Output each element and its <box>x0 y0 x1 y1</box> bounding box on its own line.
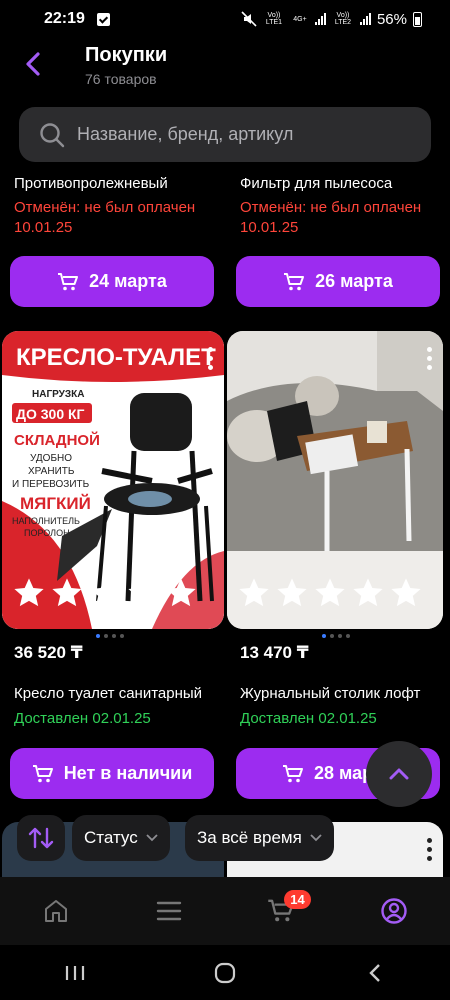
system-nav-bar <box>0 945 450 1000</box>
back-icon <box>369 963 380 982</box>
status-time: 22:19 <box>44 10 85 27</box>
mute-icon <box>241 11 257 27</box>
button-label: 26 марта <box>315 271 393 291</box>
product-name: Кресло туалет санитарный <box>14 685 203 702</box>
items-count: 76 товаров <box>85 71 157 87</box>
buy-again-button[interactable]: 26 марта <box>236 256 440 307</box>
star-icon[interactable] <box>389 577 423 609</box>
home-icon <box>45 900 68 922</box>
rating-stars[interactable] <box>12 577 198 609</box>
order-status: Доставлен 02.01.25 <box>240 710 377 727</box>
star-icon[interactable] <box>351 577 385 609</box>
order-date: 10.01.25 <box>240 219 299 236</box>
button-label: Нет в наличии <box>63 763 193 783</box>
period-filter-label: За всё время <box>197 828 302 847</box>
more-options-icon[interactable] <box>208 347 214 370</box>
order-status: Отменён: не был оплачен <box>14 199 196 216</box>
cart-icon <box>283 764 303 782</box>
search-input[interactable] <box>77 124 397 145</box>
recent-apps-icon <box>65 965 85 980</box>
image-pager <box>322 634 350 638</box>
lte1-label: Vo)) LTE1 <box>265 12 283 26</box>
status-filter-label: Статус <box>84 828 138 847</box>
period-filter[interactable]: За всё время <box>185 815 334 861</box>
profile-icon <box>381 898 407 924</box>
image-text: ДО 300 КГ <box>16 406 85 422</box>
buy-again-button[interactable]: 24 марта <box>10 256 214 307</box>
product-price: 13 470 ₸ <box>240 643 309 662</box>
chevron-down-icon <box>146 834 158 842</box>
image-text: НАГРУЗКА <box>32 389 84 400</box>
bottom-tab-bar: 14 <box>0 877 450 945</box>
star-icon[interactable] <box>164 577 198 609</box>
battery-icon <box>413 11 422 27</box>
star-icon[interactable] <box>275 577 309 609</box>
search-bar[interactable] <box>19 107 431 162</box>
tab-cart[interactable]: 14 <box>256 886 311 936</box>
cart-icon <box>284 272 305 290</box>
image-text: ХРАНИТЬ <box>28 466 75 477</box>
chevron-down-icon <box>310 834 322 842</box>
image-text: УДОБНО <box>30 453 72 464</box>
home-circle-icon <box>214 962 236 983</box>
more-options-icon[interactable] <box>427 347 433 370</box>
product-name: Журнальный столик лофт <box>240 685 421 702</box>
image-text: НАПОЛНИТЕЛЬ <box>12 516 80 526</box>
page-title: Покупки <box>85 44 168 66</box>
order-status: Доставлен 02.01.25 <box>14 710 151 727</box>
out-of-stock-button[interactable]: Нет в наличии <box>10 748 214 799</box>
screen: 22:19 Vo)) LTE1 4G+ Vo)) LTE2 56% Покупк… <box>0 0 450 1000</box>
cart-icon <box>58 272 79 290</box>
search-icon <box>40 122 65 147</box>
signal-icon <box>314 13 326 25</box>
cart-icon <box>32 764 53 782</box>
chevron-up-icon <box>389 768 409 780</box>
sort-button[interactable] <box>17 815 65 861</box>
product-image[interactable] <box>227 331 443 629</box>
order-date: 10.01.25 <box>14 219 73 236</box>
image-pager <box>96 634 124 638</box>
star-icon[interactable] <box>237 577 271 609</box>
back-arrow-icon[interactable] <box>20 50 48 78</box>
star-icon[interactable] <box>50 577 84 609</box>
product-image[interactable]: КРЕСЛО-ТУАЛЕТ НАГРУЗКА ДО 300 КГ СКЛАДНО… <box>2 331 224 629</box>
back-button[interactable] <box>345 953 405 993</box>
rating-stars[interactable] <box>237 577 423 609</box>
button-label: 24 марта <box>89 271 167 291</box>
cart-count-badge: 14 <box>284 890 311 909</box>
product-name: Противопролежневый <box>14 175 168 192</box>
status-indicators: Vo)) LTE1 4G+ Vo)) LTE2 56% <box>241 11 422 28</box>
notification-check-icon <box>96 12 110 26</box>
star-icon[interactable] <box>126 577 160 609</box>
lte2-label: Vo)) LTE2 <box>334 12 352 26</box>
image-text: И ПЕРЕВОЗИТЬ <box>12 479 90 490</box>
tab-profile[interactable] <box>369 886 419 936</box>
scroll-to-top-button[interactable] <box>366 741 432 807</box>
status-bar: 22:19 Vo)) LTE1 4G+ Vo)) LTE2 56% <box>0 0 450 38</box>
header: Покупки 76 товаров <box>0 38 450 102</box>
network-type: 4G+ <box>293 15 307 23</box>
image-text: СКЛАДНОЙ <box>14 431 100 449</box>
star-icon[interactable] <box>12 577 46 609</box>
battery-percent: 56% <box>376 10 407 28</box>
star-icon[interactable] <box>313 577 347 609</box>
order-status: Отменён: не был оплачен <box>240 199 422 216</box>
status-filter[interactable]: Статус <box>72 815 170 861</box>
menu-icon <box>156 901 181 921</box>
tab-catalog[interactable] <box>144 886 194 936</box>
product-price: 36 520 ₸ <box>14 643 83 662</box>
product-name: Фильтр для пылесоса <box>240 175 393 192</box>
star-icon[interactable] <box>88 577 122 609</box>
recent-apps-button[interactable] <box>45 953 105 993</box>
image-text: МЯГКИЙ <box>20 494 91 513</box>
image-title: КРЕСЛО-ТУАЛЕТ <box>16 344 216 371</box>
tab-home[interactable] <box>31 886 81 936</box>
sort-arrows-icon <box>28 827 54 849</box>
home-button[interactable] <box>195 953 255 993</box>
filter-bar: Статус За всё время <box>0 815 450 865</box>
signal-2-icon <box>359 13 371 25</box>
